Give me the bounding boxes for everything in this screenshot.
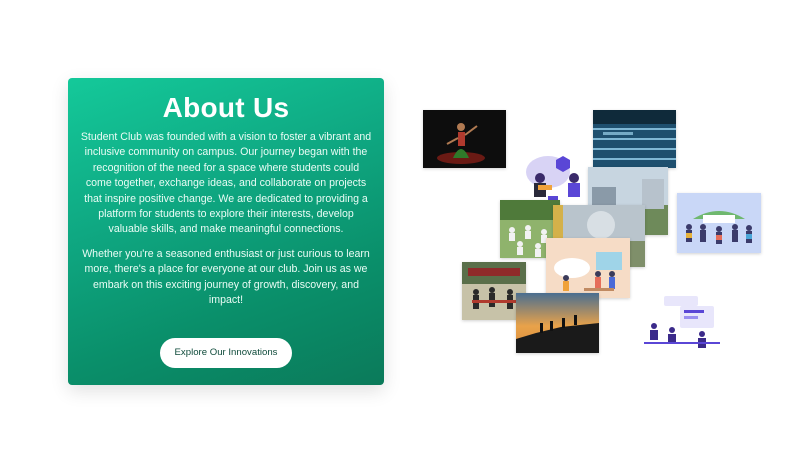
about-paragraph-1: Student Club was founded with a vision t… xyxy=(80,131,372,236)
about-paragraph-2: Whether you're a seasoned enthusiast or … xyxy=(82,247,370,307)
collaboration-illustration xyxy=(546,238,630,298)
outdoor-event-photo xyxy=(553,205,645,267)
cultural-event-photo xyxy=(462,262,526,320)
about-section: About Us Student Club was founded with a… xyxy=(0,0,800,456)
sunset-hiking-photo xyxy=(516,293,599,353)
about-card: About Us Student Club was founded with a… xyxy=(68,78,384,385)
coding-illustration xyxy=(640,292,724,352)
yoga-group-photo xyxy=(500,200,560,258)
dance-photo xyxy=(423,110,506,168)
about-title: About Us xyxy=(162,92,290,123)
music-illustration xyxy=(518,152,588,204)
campus-photo xyxy=(588,167,668,235)
explore-innovations-button[interactable]: Explore Our Innovations xyxy=(160,338,292,368)
celebration-illustration xyxy=(677,193,761,253)
swimming-pool-photo xyxy=(593,110,676,168)
